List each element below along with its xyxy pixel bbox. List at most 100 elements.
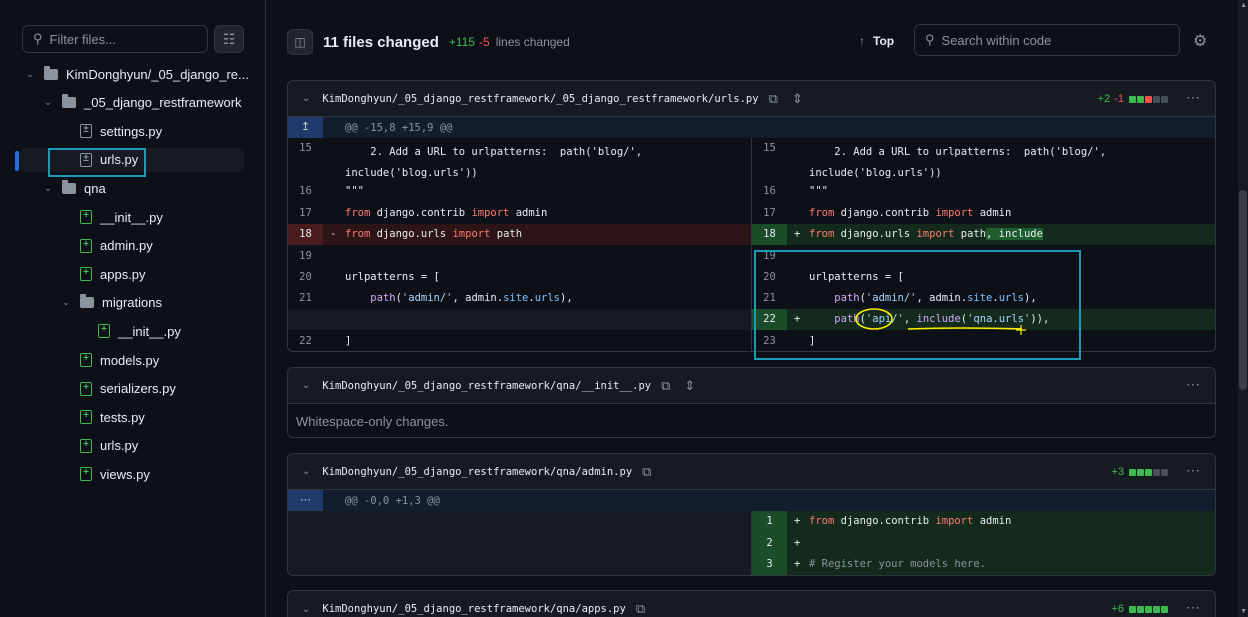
copy-icon[interactable]: ⧉ bbox=[642, 464, 651, 480]
chevron-down-icon[interactable]: ⌄ bbox=[302, 466, 310, 477]
file-name[interactable]: KimDonghyun/_05_django_restframework/qna… bbox=[322, 380, 651, 392]
diffstat-block bbox=[1161, 605, 1168, 613]
file-name[interactable]: KimDonghyun/_05_django_restframework/qna… bbox=[322, 466, 632, 478]
tree-file[interactable]: + tests.py bbox=[0, 405, 266, 429]
code-search-input[interactable] bbox=[941, 32, 1162, 48]
copy-icon[interactable]: ⧉ bbox=[661, 378, 670, 394]
copy-icon[interactable]: ⧉ bbox=[769, 91, 778, 107]
diffstat-block bbox=[1129, 468, 1136, 476]
code-text: from django.contrib import admin bbox=[809, 207, 1012, 219]
line-number: 3 bbox=[752, 554, 787, 575]
more-options-icon[interactable]: ⋯ bbox=[1186, 462, 1201, 479]
whitespace-note: Whitespace-only changes. bbox=[296, 414, 449, 429]
scrollbar[interactable]: ▲ ▼ bbox=[1238, 0, 1248, 617]
file-diff-urls: ⌄ KimDonghyun/_05_django_restframework/_… bbox=[287, 80, 1216, 352]
expand-icon[interactable]: ⇕ bbox=[792, 91, 803, 107]
diff-toolbar: ◫ 11 files changed +115 -5 lines changed… bbox=[287, 22, 1217, 62]
line-number: 21 bbox=[763, 292, 776, 304]
diffstat-block bbox=[1129, 605, 1136, 613]
file-header: ⌄ KimDonghyun/_05_django_restframework/_… bbox=[288, 81, 1215, 117]
top-label: Top bbox=[873, 34, 895, 48]
tree-file[interactable]: + admin.py bbox=[0, 234, 266, 258]
code-text: path('admin/', admin.site.urls), bbox=[834, 292, 1037, 304]
chevron-down-icon[interactable]: ⌄ bbox=[42, 183, 54, 194]
file-added-icon: + bbox=[80, 238, 92, 253]
code-line-added: 2 + bbox=[752, 532, 1215, 554]
more-options-icon[interactable]: ⋯ bbox=[1186, 599, 1201, 616]
tree-item-label: views.py bbox=[100, 466, 150, 482]
tree-item-label: qna bbox=[84, 180, 106, 196]
copy-icon[interactable]: ⧉ bbox=[636, 601, 645, 617]
tree-folder[interactable]: ⌄ migrations bbox=[0, 291, 266, 315]
line-number: 15 bbox=[763, 142, 776, 154]
file-added-icon: + bbox=[80, 467, 92, 482]
diff-sign: + bbox=[794, 228, 801, 240]
expand-icon[interactable]: ⇕ bbox=[684, 378, 695, 394]
diffstat-block bbox=[1145, 95, 1152, 103]
tree-file[interactable]: + views.py bbox=[0, 462, 266, 486]
tree-file[interactable]: + __init__.py bbox=[0, 205, 266, 229]
line-number: 17 bbox=[299, 207, 312, 219]
scrollbar-thumb[interactable] bbox=[1239, 190, 1247, 390]
tree-folder[interactable]: ⌄ qna bbox=[0, 176, 266, 200]
line-number: 23 bbox=[763, 335, 776, 347]
file-added-icon: + bbox=[80, 267, 92, 282]
diff-sign: + bbox=[794, 313, 801, 325]
file-name[interactable]: KimDonghyun/_05_django_restframework/_05… bbox=[322, 93, 758, 105]
folder-icon bbox=[44, 65, 58, 80]
code-line: 17 from django.contrib import admin bbox=[752, 202, 1215, 224]
tree-folder[interactable]: ⌄ KimDonghyun/_05_django_re... bbox=[0, 62, 266, 86]
code-line-deleted: 18- from django.urls import path bbox=[288, 224, 751, 245]
code-search-field[interactable]: ⚲ bbox=[914, 24, 1180, 56]
folder-icon bbox=[62, 94, 76, 109]
file-header: ⌄ KimDonghyun/_05_django_restframework/q… bbox=[288, 368, 1215, 404]
toggle-file-tree-button[interactable]: ◫ bbox=[287, 29, 313, 55]
expand-hunk-icon[interactable]: ⋯ bbox=[288, 490, 323, 511]
more-options-icon[interactable]: ⋯ bbox=[1186, 89, 1201, 106]
code-text: path('api/', include('qna.urls')), bbox=[834, 313, 1050, 325]
chevron-down-icon[interactable]: ⌄ bbox=[42, 97, 54, 108]
top-button[interactable]: ↑ Top bbox=[859, 34, 894, 48]
tree-file[interactable]: ± settings.py bbox=[0, 119, 266, 143]
tree-file[interactable]: + apps.py bbox=[0, 262, 266, 286]
sliders-icon: ☷ bbox=[222, 30, 236, 47]
tree-item-label: urls.py bbox=[100, 438, 139, 454]
file-added-icon: + bbox=[80, 381, 92, 396]
diffstat-block bbox=[1137, 605, 1144, 613]
scroll-down-icon[interactable]: ▼ bbox=[1240, 608, 1247, 615]
code-line: 15 2. Add a URL to urlpatterns: path('bl… bbox=[288, 138, 751, 181]
tree-folder[interactable]: ⌄ _05_django_restframework bbox=[0, 91, 266, 115]
line-number: 16 bbox=[763, 185, 776, 197]
tree-file[interactable]: + urls.py bbox=[0, 434, 266, 458]
chevron-down-icon[interactable]: ⌄ bbox=[60, 297, 72, 308]
code-line: 19 bbox=[752, 245, 1215, 266]
chevron-down-icon[interactable]: ⌄ bbox=[302, 380, 310, 391]
tree-file[interactable]: + models.py bbox=[0, 348, 266, 372]
scroll-up-icon[interactable]: ▲ bbox=[1240, 2, 1247, 9]
code-text: from django.urls import path bbox=[345, 228, 523, 240]
filter-files-field[interactable]: ⚲ bbox=[22, 25, 208, 53]
tree-item-label: __init__.py bbox=[118, 323, 181, 339]
filter-options-button[interactable]: ☷ bbox=[214, 25, 244, 53]
folder-icon bbox=[80, 294, 94, 309]
chevron-down-icon[interactable]: ⌄ bbox=[302, 604, 310, 615]
filter-files-input[interactable] bbox=[49, 31, 190, 47]
folder-icon bbox=[62, 179, 76, 194]
tree-file[interactable]: + serializers.py bbox=[0, 377, 266, 401]
line-number: 18 bbox=[752, 224, 787, 245]
diffstat-block bbox=[1153, 605, 1160, 613]
chevron-down-icon[interactable]: ⌄ bbox=[302, 93, 310, 104]
line-number: 22 bbox=[752, 309, 787, 330]
file-tree-sidebar: ⚲ ☷ ⌄ KimDonghyun/_05_django_re... ⌄ _05_dj… bbox=[0, 0, 266, 617]
expand-up-icon[interactable]: ↥ bbox=[288, 117, 323, 138]
chevron-down-icon[interactable]: ⌄ bbox=[24, 69, 36, 80]
line-number: 20 bbox=[763, 271, 776, 283]
gear-icon[interactable]: ⚙ bbox=[1193, 31, 1207, 51]
file-name[interactable]: KimDonghyun/_05_django_restframework/qna… bbox=[322, 603, 625, 615]
file-added-icon: + bbox=[98, 324, 110, 339]
code-line: 16 """ bbox=[288, 181, 751, 202]
hunk-range: @@ -15,8 +15,9 @@ bbox=[345, 121, 453, 134]
tree-file[interactable]: + __init__.py bbox=[0, 319, 266, 343]
more-options-icon[interactable]: ⋯ bbox=[1186, 376, 1201, 393]
code-line-empty bbox=[288, 309, 751, 330]
